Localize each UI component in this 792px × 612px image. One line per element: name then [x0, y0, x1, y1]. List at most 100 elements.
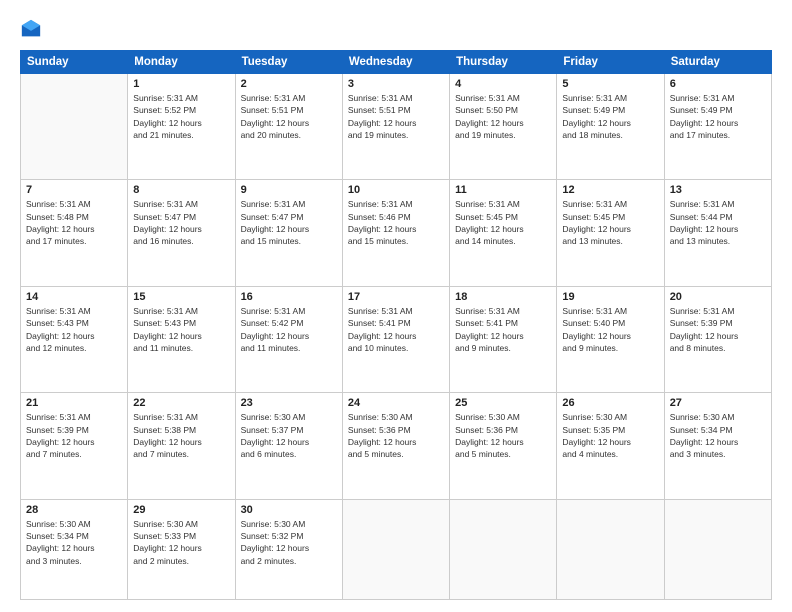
weekday-header-sunday: Sunday — [21, 51, 128, 74]
calendar-cell — [21, 74, 128, 180]
calendar-cell: 11 Sunrise: 5:31 AM Sunset: 5:45 PM Dayli… — [450, 180, 557, 286]
week-row-4: 21 Sunrise: 5:31 AM Sunset: 5:39 PM Dayli… — [21, 393, 772, 499]
day-info: Sunrise: 5:31 AM Sunset: 5:45 PM Dayligh… — [455, 198, 551, 247]
calendar-cell: 10 Sunrise: 5:31 AM Sunset: 5:46 PM Dayli… — [342, 180, 449, 286]
page: SundayMondayTuesdayWednesdayThursdayFrid… — [0, 0, 792, 612]
day-info: Sunrise: 5:31 AM Sunset: 5:43 PM Dayligh… — [26, 305, 122, 354]
calendar-cell: 15 Sunrise: 5:31 AM Sunset: 5:43 PM Dayli… — [128, 286, 235, 392]
calendar-cell: 24 Sunrise: 5:30 AM Sunset: 5:36 PM Dayli… — [342, 393, 449, 499]
weekday-header-friday: Friday — [557, 51, 664, 74]
day-number: 27 — [670, 397, 766, 409]
calendar-cell: 16 Sunrise: 5:31 AM Sunset: 5:42 PM Dayli… — [235, 286, 342, 392]
day-number: 20 — [670, 291, 766, 303]
logo-icon — [20, 18, 42, 40]
weekday-header-thursday: Thursday — [450, 51, 557, 74]
day-number: 17 — [348, 291, 444, 303]
calendar-cell: 13 Sunrise: 5:31 AM Sunset: 5:44 PM Dayli… — [664, 180, 771, 286]
day-info: Sunrise: 5:31 AM Sunset: 5:44 PM Dayligh… — [670, 198, 766, 247]
calendar-cell: 19 Sunrise: 5:31 AM Sunset: 5:40 PM Dayli… — [557, 286, 664, 392]
calendar-cell: 30 Sunrise: 5:30 AM Sunset: 5:32 PM Dayli… — [235, 499, 342, 599]
day-info: Sunrise: 5:31 AM Sunset: 5:50 PM Dayligh… — [455, 92, 551, 141]
header — [20, 18, 772, 40]
day-info: Sunrise: 5:31 AM Sunset: 5:41 PM Dayligh… — [455, 305, 551, 354]
day-info: Sunrise: 5:31 AM Sunset: 5:41 PM Dayligh… — [348, 305, 444, 354]
day-info: Sunrise: 5:31 AM Sunset: 5:46 PM Dayligh… — [348, 198, 444, 247]
day-number: 21 — [26, 397, 122, 409]
day-number: 25 — [455, 397, 551, 409]
day-info: Sunrise: 5:31 AM Sunset: 5:51 PM Dayligh… — [241, 92, 337, 141]
day-info: Sunrise: 5:31 AM Sunset: 5:39 PM Dayligh… — [26, 411, 122, 460]
week-row-1: 1 Sunrise: 5:31 AM Sunset: 5:52 PM Daylig… — [21, 74, 772, 180]
day-info: Sunrise: 5:31 AM Sunset: 5:38 PM Dayligh… — [133, 411, 229, 460]
weekday-header-row: SundayMondayTuesdayWednesdayThursdayFrid… — [21, 51, 772, 74]
calendar-cell: 17 Sunrise: 5:31 AM Sunset: 5:41 PM Dayli… — [342, 286, 449, 392]
day-number: 19 — [562, 291, 658, 303]
day-number: 9 — [241, 184, 337, 196]
calendar-cell: 7 Sunrise: 5:31 AM Sunset: 5:48 PM Daylig… — [21, 180, 128, 286]
day-number: 11 — [455, 184, 551, 196]
day-number: 6 — [670, 78, 766, 90]
day-number: 4 — [455, 78, 551, 90]
day-number: 7 — [26, 184, 122, 196]
day-info: Sunrise: 5:30 AM Sunset: 5:36 PM Dayligh… — [348, 411, 444, 460]
calendar-cell: 9 Sunrise: 5:31 AM Sunset: 5:47 PM Daylig… — [235, 180, 342, 286]
calendar-cell: 1 Sunrise: 5:31 AM Sunset: 5:52 PM Daylig… — [128, 74, 235, 180]
calendar-cell: 18 Sunrise: 5:31 AM Sunset: 5:41 PM Dayli… — [450, 286, 557, 392]
logo — [20, 18, 46, 40]
day-number: 18 — [455, 291, 551, 303]
calendar-table: SundayMondayTuesdayWednesdayThursdayFrid… — [20, 50, 772, 600]
calendar-cell: 4 Sunrise: 5:31 AM Sunset: 5:50 PM Daylig… — [450, 74, 557, 180]
day-info: Sunrise: 5:30 AM Sunset: 5:35 PM Dayligh… — [562, 411, 658, 460]
calendar-cell — [557, 499, 664, 599]
day-number: 2 — [241, 78, 337, 90]
day-info: Sunrise: 5:31 AM Sunset: 5:47 PM Dayligh… — [241, 198, 337, 247]
weekday-header-wednesday: Wednesday — [342, 51, 449, 74]
day-number: 14 — [26, 291, 122, 303]
day-info: Sunrise: 5:31 AM Sunset: 5:45 PM Dayligh… — [562, 198, 658, 247]
day-info: Sunrise: 5:31 AM Sunset: 5:49 PM Dayligh… — [562, 92, 658, 141]
calendar-cell: 25Sunrise: 5:30 AM Sunset: 5:36 PM Dayli… — [450, 393, 557, 499]
calendar-cell: 12 Sunrise: 5:31 AM Sunset: 5:45 PM Dayli… — [557, 180, 664, 286]
calendar-cell — [342, 499, 449, 599]
day-number: 30 — [241, 504, 337, 516]
day-info: Sunrise: 5:31 AM Sunset: 5:40 PM Dayligh… — [562, 305, 658, 354]
day-number: 28 — [26, 504, 122, 516]
day-number: 12 — [562, 184, 658, 196]
day-info: Sunrise: 5:31 AM Sunset: 5:39 PM Dayligh… — [670, 305, 766, 354]
day-number: 16 — [241, 291, 337, 303]
week-row-5: 28Sunrise: 5:30 AM Sunset: 5:34 PM Dayli… — [21, 499, 772, 599]
day-number: 5 — [562, 78, 658, 90]
day-info: Sunrise: 5:31 AM Sunset: 5:42 PM Dayligh… — [241, 305, 337, 354]
calendar-cell — [664, 499, 771, 599]
day-info: Sunrise: 5:31 AM Sunset: 5:52 PM Dayligh… — [133, 92, 229, 141]
day-number: 15 — [133, 291, 229, 303]
day-number: 23 — [241, 397, 337, 409]
day-info: Sunrise: 5:30 AM Sunset: 5:37 PM Dayligh… — [241, 411, 337, 460]
calendar-cell: 21 Sunrise: 5:31 AM Sunset: 5:39 PM Dayli… — [21, 393, 128, 499]
weekday-header-monday: Monday — [128, 51, 235, 74]
weekday-header-saturday: Saturday — [664, 51, 771, 74]
day-number: 22 — [133, 397, 229, 409]
day-info: Sunrise: 5:31 AM Sunset: 5:49 PM Dayligh… — [670, 92, 766, 141]
day-number: 24 — [348, 397, 444, 409]
day-number: 13 — [670, 184, 766, 196]
calendar-cell: 3Sunrise: 5:31 AM Sunset: 5:51 PM Daylig… — [342, 74, 449, 180]
week-row-2: 7 Sunrise: 5:31 AM Sunset: 5:48 PM Daylig… — [21, 180, 772, 286]
calendar-cell: 22 Sunrise: 5:31 AM Sunset: 5:38 PM Dayli… — [128, 393, 235, 499]
day-info: Sunrise: 5:31 AM Sunset: 5:43 PM Dayligh… — [133, 305, 229, 354]
day-number: 3 — [348, 78, 444, 90]
calendar-cell — [450, 499, 557, 599]
calendar-cell: 27Sunrise: 5:30 AM Sunset: 5:34 PM Dayli… — [664, 393, 771, 499]
day-info: Sunrise: 5:30 AM Sunset: 5:32 PM Dayligh… — [241, 518, 337, 567]
calendar-cell: 14 Sunrise: 5:31 AM Sunset: 5:43 PM Dayli… — [21, 286, 128, 392]
day-info: Sunrise: 5:31 AM Sunset: 5:47 PM Dayligh… — [133, 198, 229, 247]
weekday-header-tuesday: Tuesday — [235, 51, 342, 74]
calendar-cell: 5 Sunrise: 5:31 AM Sunset: 5:49 PM Daylig… — [557, 74, 664, 180]
calendar-cell: 8Sunrise: 5:31 AM Sunset: 5:47 PM Daylig… — [128, 180, 235, 286]
day-number: 29 — [133, 504, 229, 516]
day-number: 10 — [348, 184, 444, 196]
day-info: Sunrise: 5:31 AM Sunset: 5:48 PM Dayligh… — [26, 198, 122, 247]
day-number: 1 — [133, 78, 229, 90]
calendar-cell: 20 Sunrise: 5:31 AM Sunset: 5:39 PM Dayli… — [664, 286, 771, 392]
calendar-cell: 2 Sunrise: 5:31 AM Sunset: 5:51 PM Daylig… — [235, 74, 342, 180]
